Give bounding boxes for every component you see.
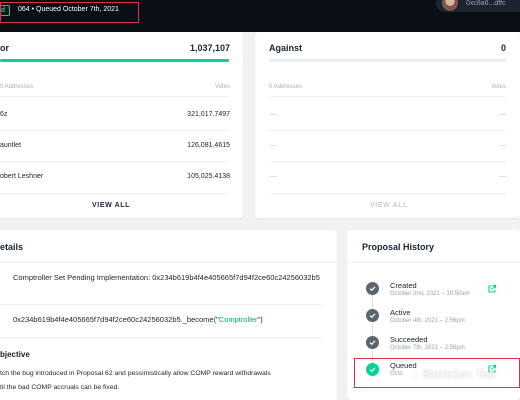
proposal-action-1: Comptroller Set Pending Implementation: … <box>0 263 324 305</box>
highlight-box-status <box>0 2 139 23</box>
votes-against-title: Against <box>269 43 303 53</box>
history-item-name: Created <box>390 281 417 290</box>
empty-voter: — <box>270 173 277 180</box>
voter-name[interactable]: auntlet <box>0 142 21 149</box>
votes-for-title: or <box>0 43 9 53</box>
divider <box>269 130 506 131</box>
check-icon <box>366 282 379 295</box>
divider <box>0 130 229 131</box>
details-title: etails <box>0 242 24 252</box>
comptroller-link[interactable]: Comptroller <box>219 315 258 324</box>
history-item-date: October 4th, 2021 – 2:56pm <box>390 318 465 324</box>
votes-for-addresses-header: 0 Addresses <box>0 84 34 90</box>
votes-against-card: Against 0 0 Addresses Votes — — — — — — … <box>255 32 520 218</box>
watermark: ◌ BlockSec Tea <box>412 367 495 381</box>
history-item-date: October 7th, 2021 – 2:56pm <box>390 345 465 351</box>
objective-title: bjective <box>0 350 30 359</box>
divider <box>269 161 506 162</box>
votes-for-progress <box>0 59 229 62</box>
divider <box>347 262 520 263</box>
votes-for-progress-fill <box>0 59 229 62</box>
account-button[interactable]: 0xc8a6...dffc <box>436 0 520 12</box>
history-item-name: Succeeded <box>390 335 428 344</box>
voter-votes: 105,025.4138 <box>187 173 230 180</box>
votes-against-addresses-header: 0 Addresses <box>269 84 303 90</box>
objective-line-2: til the bad COMP accruals can be fixed. <box>0 384 120 391</box>
votes-for-card: or 1,037,107 0 Addresses Votes 6z 321,01… <box>0 32 243 218</box>
votes-against-progress <box>269 59 506 62</box>
watermark-text: BlockSec Tea <box>422 367 495 381</box>
account-address: 0xc8a6...dffc <box>466 0 506 7</box>
empty-votes: — <box>499 111 506 118</box>
history-item-date: October 2nd, 2021 – 10:50am <box>390 291 470 297</box>
watermark-logo-icon: ◌ <box>412 367 420 381</box>
check-icon <box>366 336 379 349</box>
divider <box>0 161 229 162</box>
voter-votes: 321,017.7497 <box>187 111 230 118</box>
view-all-for-button[interactable]: VIEW ALL <box>92 202 130 209</box>
check-icon <box>366 309 379 322</box>
divider <box>0 96 229 97</box>
action-text: Comptroller Set Pending Implementation: … <box>13 273 320 282</box>
external-link-icon[interactable] <box>487 284 497 294</box>
history-item-name: Active <box>390 308 411 317</box>
divider <box>269 96 506 97</box>
history-title: Proposal History <box>362 242 435 252</box>
proposal-action-2: 0x234b619b4f4e405665f7d94f2ce60c24256032… <box>0 306 324 338</box>
empty-votes: — <box>499 142 506 149</box>
voter-name[interactable]: obert Leshner <box>0 173 43 180</box>
divider <box>269 193 506 194</box>
votes-against-total: 0 <box>500 43 506 53</box>
objective-line-1: tch the bug introduced in Proposal 62 an… <box>0 370 271 377</box>
action-call-suffix: ") <box>257 315 263 324</box>
proposal-details-card: etails Comptroller Set Pending Implement… <box>0 230 337 400</box>
votes-for-votes-header: Votes <box>214 84 230 90</box>
view-all-against-button[interactable]: VIEW ALL <box>370 202 408 209</box>
votes-for-total: 1,037,107 <box>189 43 230 53</box>
divider <box>0 193 229 194</box>
votes-against-votes-header: Votes <box>490 84 506 90</box>
action-call-prefix: 0x234b619b4f4e405665f7d94f2ce60c24256032… <box>13 315 219 324</box>
empty-voter: — <box>270 142 277 149</box>
empty-voter: — <box>270 111 277 118</box>
action-call: 0x234b619b4f4e405665f7d94f2ce60c24256032… <box>13 315 325 325</box>
voter-votes: 126,081.4615 <box>187 142 230 149</box>
empty-votes: — <box>499 173 506 180</box>
voter-name[interactable]: 6z <box>0 111 7 118</box>
avatar <box>442 0 458 11</box>
